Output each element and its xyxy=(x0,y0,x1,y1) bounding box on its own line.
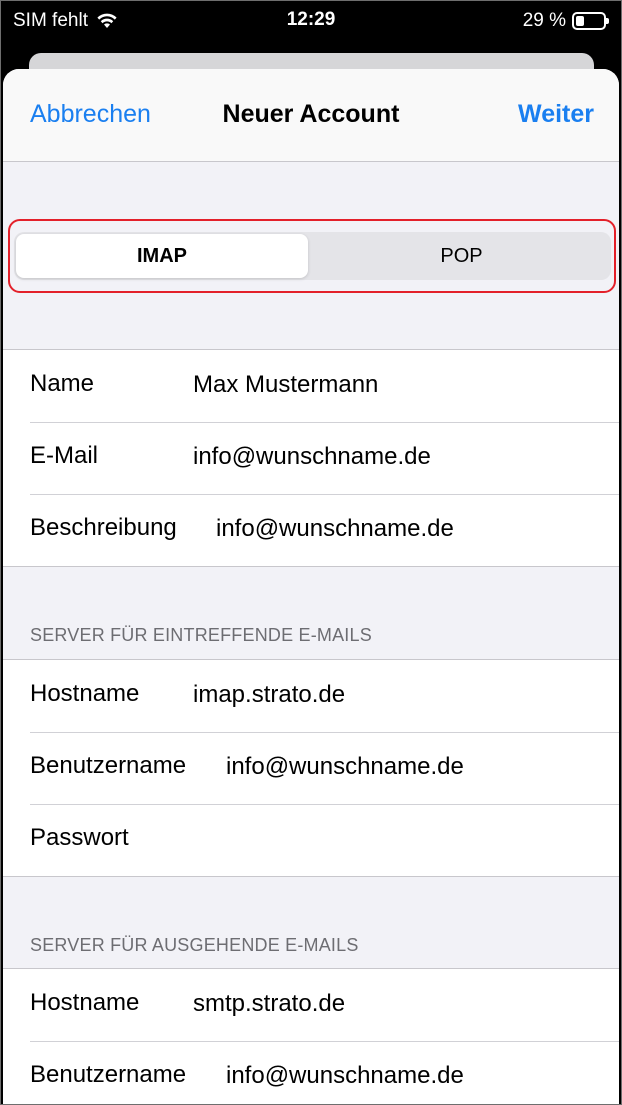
incoming-server-group: Hostname imap.strato.de Benutzername inf… xyxy=(3,659,619,877)
outgoing-server-header: SERVER FÜR AUSGEHENDE E-MAILS xyxy=(30,935,359,955)
battery-level-fill xyxy=(576,16,584,26)
status-bar: SIM fehlt 12:29 29 % xyxy=(1,1,621,41)
battery-percent: 29 % xyxy=(522,10,566,31)
outgoing-hostname-label: Hostname xyxy=(30,989,140,1016)
outgoing-username-row[interactable]: Benutzername info@wunschname.de xyxy=(3,1041,619,1104)
incoming-username-row[interactable]: Benutzername info@wunschname.de xyxy=(3,732,619,804)
outgoing-hostname-row[interactable]: Hostname smtp.strato.de xyxy=(3,969,619,1041)
new-account-sheet: Abbrechen Neuer Account Weiter IMAP POP … xyxy=(3,69,619,1104)
name-row[interactable]: Name Max Mustermann xyxy=(3,350,619,422)
incoming-hostname-row[interactable]: Hostname imap.strato.de xyxy=(3,660,619,732)
incoming-hostname-field[interactable]: imap.strato.de xyxy=(193,681,345,709)
account-group: Name Max Mustermann E-Mail info@wunschna… xyxy=(3,349,619,567)
description-label: Beschreibung xyxy=(30,514,177,541)
segment-pop[interactable]: POP xyxy=(312,232,611,280)
incoming-hostname-label: Hostname xyxy=(30,680,140,707)
outgoing-server-group: Hostname smtp.strato.de Benutzername inf… xyxy=(3,968,619,1104)
outgoing-hostname-field[interactable]: smtp.strato.de xyxy=(193,990,345,1018)
name-label: Name xyxy=(30,370,95,397)
incoming-password-row[interactable]: Passwort xyxy=(3,804,619,876)
cancel-button[interactable]: Abbrechen xyxy=(30,100,151,129)
incoming-username-label: Benutzername xyxy=(30,752,187,779)
email-label: E-Mail xyxy=(30,442,99,469)
phone-screen: SIM fehlt 12:29 29 % Abbrechen Neuer Acc… xyxy=(0,0,622,1105)
outgoing-username-label: Benutzername xyxy=(30,1061,187,1088)
protocol-segmented-control: IMAP POP xyxy=(14,232,611,280)
incoming-server-header: SERVER FÜR EINTREFFENDE E-MAILS xyxy=(30,625,372,645)
name-field[interactable]: Max Mustermann xyxy=(193,371,378,399)
email-field[interactable]: info@wunschname.de xyxy=(193,443,431,471)
next-button[interactable]: Weiter xyxy=(518,100,594,129)
battery-cap xyxy=(606,18,609,24)
description-field[interactable]: info@wunschname.de xyxy=(216,515,454,543)
segment-imap[interactable]: IMAP xyxy=(16,234,308,278)
navigation-bar: Abbrechen Neuer Account Weiter xyxy=(3,69,619,162)
description-row[interactable]: Beschreibung info@wunschname.de xyxy=(3,494,619,566)
battery-status: 29 % xyxy=(523,10,609,32)
outgoing-username-field[interactable]: info@wunschname.de xyxy=(226,1062,464,1090)
incoming-password-label: Passwort xyxy=(30,824,129,851)
incoming-username-field[interactable]: info@wunschname.de xyxy=(226,753,464,781)
battery-icon xyxy=(572,12,606,30)
email-row[interactable]: E-Mail info@wunschname.de xyxy=(3,422,619,494)
